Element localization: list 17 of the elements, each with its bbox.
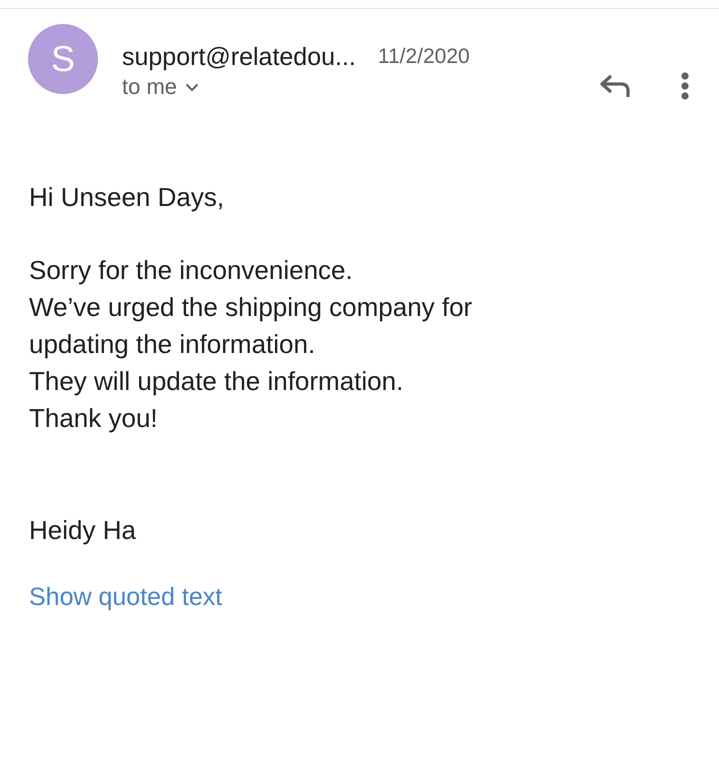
more-icon: [681, 72, 689, 100]
message-text-line: Heidy Ha: [29, 514, 136, 547]
message-text-line: We’ve urged the shipping company for: [29, 291, 472, 324]
message-date: 11/2/2020: [378, 44, 470, 70]
message-text-line: Sorry for the inconvenience.: [29, 254, 353, 287]
avatar: S: [28, 24, 98, 94]
message-text-line: Thank you!: [29, 402, 158, 435]
chevron-down-icon: [185, 82, 200, 92]
show-quoted-text-link[interactable]: Show quoted text: [0, 583, 222, 611]
sender-address: support@relatedou...: [122, 42, 356, 72]
message-text-line: They will update the information.: [29, 365, 404, 398]
message-text-line: Hi Unseen Days,: [29, 181, 224, 214]
reply-button[interactable]: [599, 73, 631, 99]
more-options-button[interactable]: [681, 72, 689, 100]
recipient-toggle[interactable]: to me: [122, 72, 200, 102]
reply-icon: [599, 73, 631, 99]
message-text-line: updating the information.: [29, 328, 316, 361]
